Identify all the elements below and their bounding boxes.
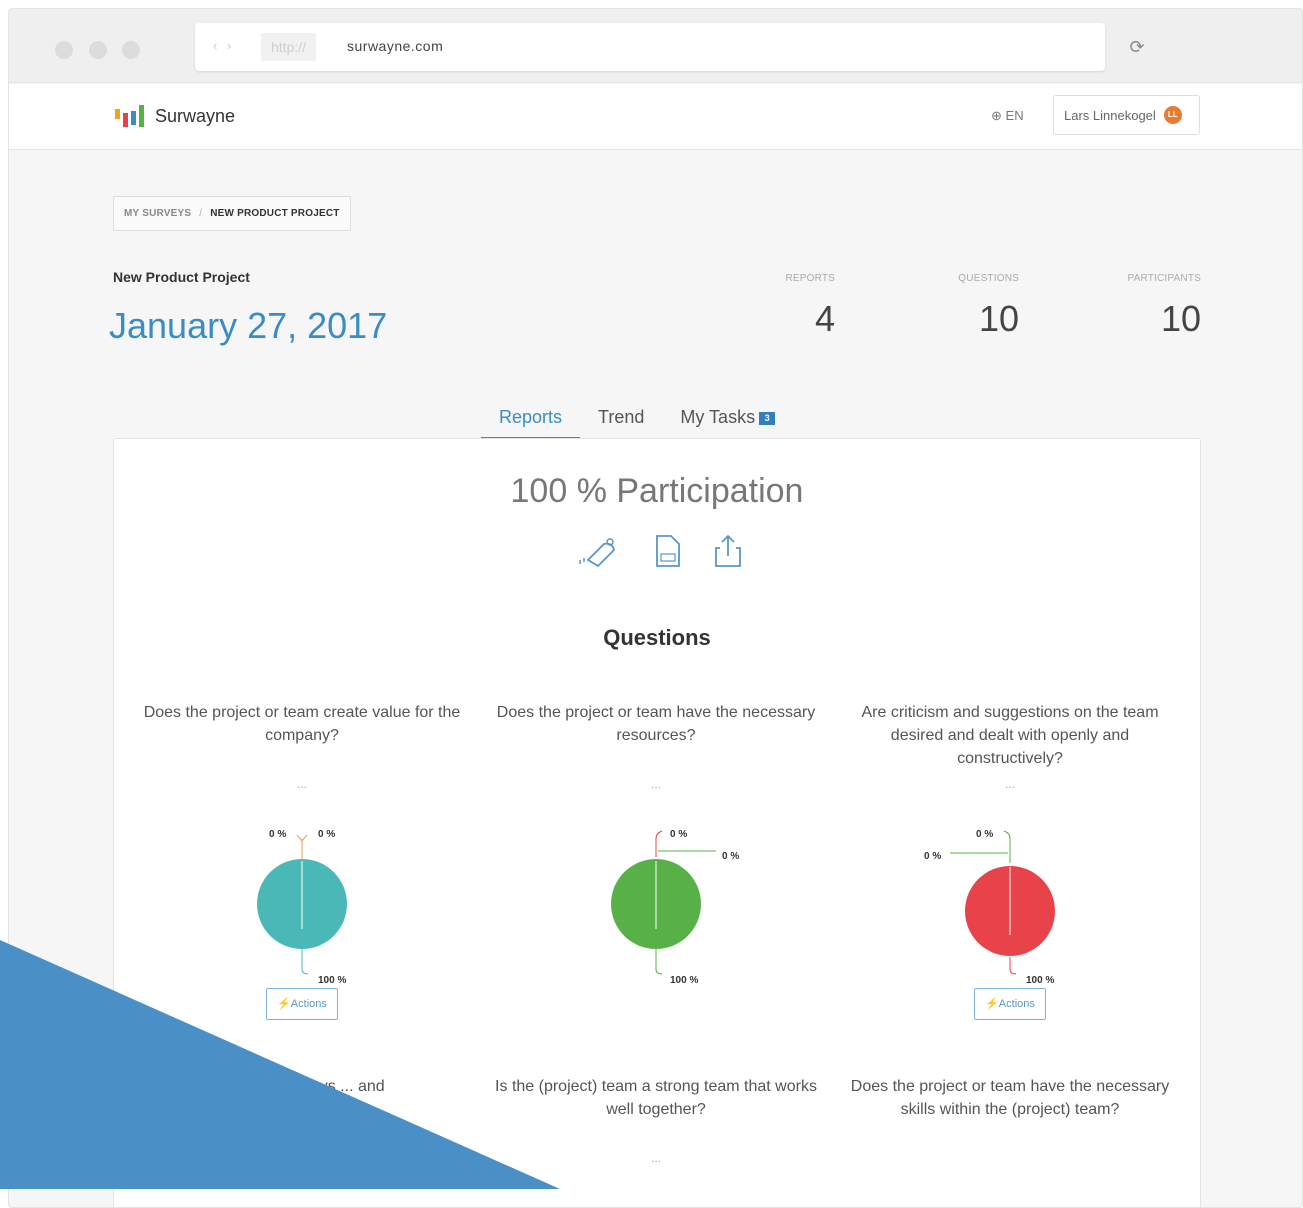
question-card: Are criticism and suggestions on the tea… xyxy=(840,701,1180,1020)
pie-label: 0 % xyxy=(269,829,287,840)
tab-reports[interactable]: Reports xyxy=(481,403,581,439)
more-ellipsis[interactable]: ... xyxy=(132,777,472,795)
window-maximize-dot[interactable] xyxy=(122,41,140,59)
more-ellipsis[interactable]: ... xyxy=(840,777,1180,795)
question-text: Does the project or team create value fo… xyxy=(143,704,461,744)
brand-name: Surwayne xyxy=(155,105,236,126)
address-bar[interactable]: ‹ › http:// surwayne.com xyxy=(195,23,1105,71)
pie-label: 0 % xyxy=(924,851,942,862)
browser-chrome: ‹ › http:// surwayne.com ⟳ xyxy=(9,9,1302,83)
stat-value: 10 xyxy=(978,298,1019,339)
window-minimize-dot[interactable] xyxy=(89,41,107,59)
window-close-dot[interactable] xyxy=(55,41,73,59)
actions-button[interactable]: ⚡Actions xyxy=(974,988,1046,1020)
pie-label: 100 % xyxy=(1026,975,1055,986)
questions-heading: Questions xyxy=(603,625,711,650)
nav-arrows-icon[interactable]: ‹ › xyxy=(213,38,234,53)
app-header: Surwayne ⊕ EN Lars Linnekogel LL xyxy=(9,84,1302,150)
participation-heading: 100 % Participation xyxy=(510,472,804,510)
question-text: Does the project or team have the necess… xyxy=(496,704,816,744)
notify-bell-icon[interactable] xyxy=(574,534,622,573)
logo-bars-icon xyxy=(115,105,144,127)
task-count-badge: 3 xyxy=(759,411,776,425)
tab-label: Reports xyxy=(499,407,563,427)
tab-label: Trend xyxy=(598,407,645,427)
question-text: Does the project or team have the necess… xyxy=(850,1078,1170,1118)
user-name: Lars Linnekogel xyxy=(1064,107,1156,123)
pdf-file-icon[interactable] xyxy=(651,534,683,573)
stat-label: REPORTS xyxy=(785,273,835,284)
globe-icon: ⊕ xyxy=(991,108,1002,123)
tab-my-tasks[interactable]: My Tasks 3 xyxy=(662,403,793,439)
report-actions xyxy=(574,534,744,573)
question-card: Does the project or team have the necess… xyxy=(840,1075,1180,1145)
url-host[interactable]: surwayne.com xyxy=(347,38,443,54)
pie-chart: 0 % 0 % 100 % xyxy=(840,809,1180,986)
breadcrumb-link-my-surveys[interactable]: MY SURVEYS xyxy=(124,208,191,219)
stat-value: 10 xyxy=(1160,298,1201,339)
question-text: Are criticism and suggestions on the tea… xyxy=(861,704,1159,767)
breadcrumb-separator: / xyxy=(199,208,203,219)
stat-label: PARTICIPANTS xyxy=(1127,273,1201,284)
language-code: EN xyxy=(1005,108,1024,123)
pie-label: 0 % xyxy=(318,829,336,840)
language-selector[interactable]: ⊕ EN xyxy=(991,108,1024,124)
tab-trend[interactable]: Trend xyxy=(580,403,662,439)
breadcrumb-current: NEW PRODUCT PROJECT xyxy=(210,208,340,219)
stat-value: 4 xyxy=(814,298,835,339)
pie-label: 100 % xyxy=(670,975,699,986)
url-scheme: http:// xyxy=(261,33,317,61)
report-tabs: Reports Trend My Tasks 3 xyxy=(481,403,793,439)
pie-label: 0 % xyxy=(722,851,740,862)
brand-logo[interactable]: Surwayne xyxy=(115,104,235,128)
pie-label: 0 % xyxy=(670,829,688,840)
stat-questions: QUESTIONS 10 xyxy=(939,273,1019,340)
reload-icon[interactable]: ⟳ xyxy=(1127,37,1147,57)
avatar: LL xyxy=(1163,106,1182,124)
project-date: January 27, 2017 xyxy=(109,305,388,346)
stat-participants: PARTICIPANTS 10 xyxy=(1109,273,1201,340)
pie-label: 0 % xyxy=(976,829,994,840)
stat-label: QUESTIONS xyxy=(958,273,1019,284)
user-menu-button[interactable]: Lars Linnekogel LL xyxy=(1053,95,1200,135)
more-ellipsis[interactable]: ... xyxy=(486,777,826,795)
decorative-corner-shape xyxy=(0,940,560,1189)
stat-reports: REPORTS 4 xyxy=(769,273,835,340)
breadcrumb: MY SURVEYS / NEW PRODUCT PROJECT xyxy=(113,196,351,231)
share-icon[interactable] xyxy=(712,534,744,573)
tab-label: My Tasks xyxy=(680,407,756,427)
project-name: New Product Project xyxy=(113,269,250,285)
